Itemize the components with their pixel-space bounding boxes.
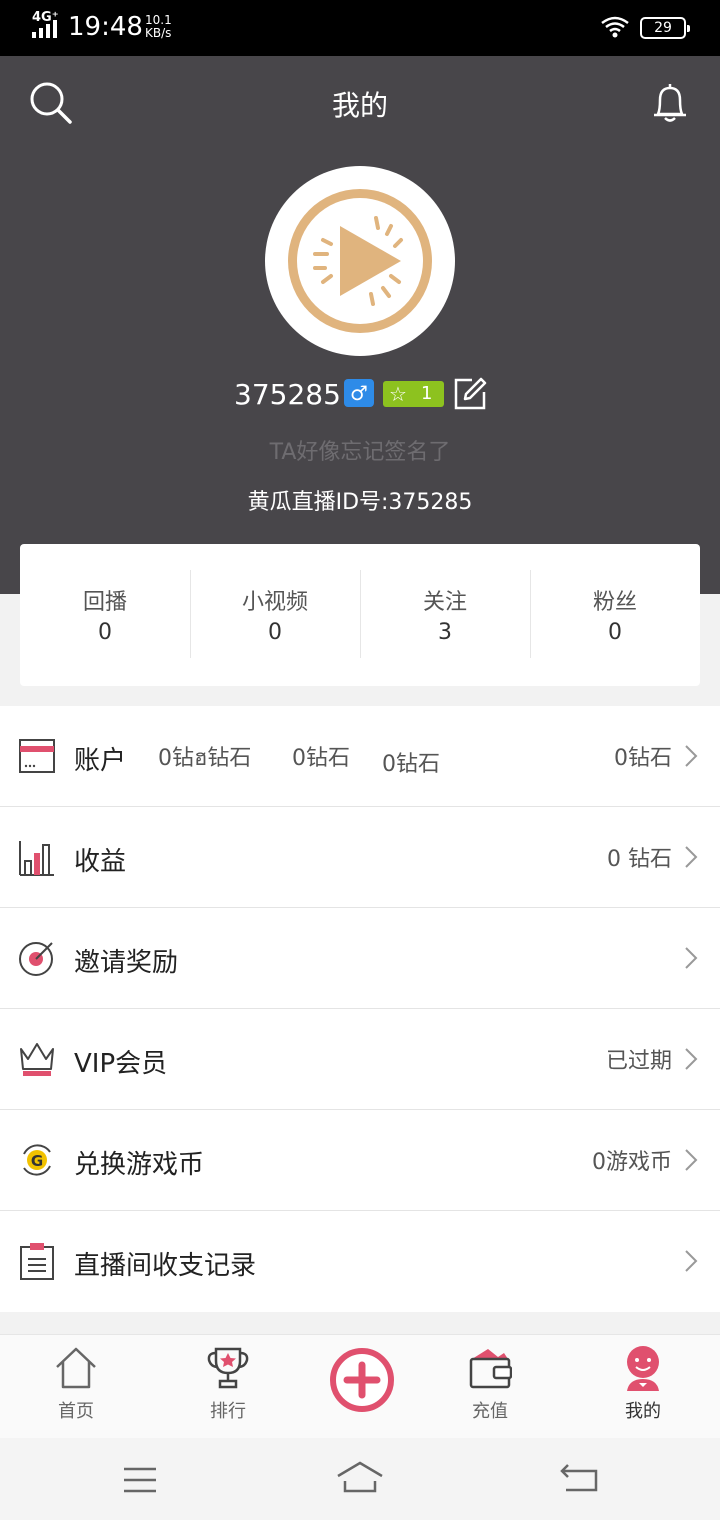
- stats-card: 回播 0 小视频 0 关注 3 粉丝 0: [20, 544, 700, 686]
- menu-item-account[interactable]: 账户 0钻ฮ钻石 0钻石 0钻石 0钻石: [0, 706, 720, 807]
- tab-label: 首页: [58, 1401, 94, 1422]
- star-icon: ☆: [389, 382, 407, 406]
- stat-value: 0: [608, 620, 622, 645]
- stat-fans[interactable]: 粉丝 0: [530, 544, 700, 686]
- stat-value: 3: [438, 620, 452, 645]
- add-live-button[interactable]: [329, 1347, 395, 1413]
- chevron-right-icon: [685, 846, 698, 868]
- stat-following[interactable]: 关注 3: [360, 544, 530, 686]
- back-icon[interactable]: [560, 1462, 600, 1494]
- clock: 19:48: [68, 12, 143, 42]
- tab-label: 排行: [210, 1401, 246, 1422]
- stat-short-video[interactable]: 小视频 0: [190, 544, 360, 686]
- stat-label: 回播: [82, 590, 127, 615]
- menu-label: 直播间收支记录: [74, 1251, 257, 1281]
- menu-item-vip[interactable]: VIP会员 已过期: [0, 1009, 720, 1110]
- tab-label: 充值: [472, 1401, 508, 1422]
- chevron-right-icon: [685, 947, 698, 969]
- chevron-right-icon: [685, 1149, 698, 1171]
- play-logo-icon: [288, 189, 432, 333]
- menu-value: 0游戏币: [592, 1150, 672, 1175]
- page-title: 我的: [331, 89, 388, 122]
- menu-item-exchange[interactable]: G 兑换游戏币 0游戏币: [0, 1110, 720, 1211]
- home-icon: [56, 1347, 96, 1389]
- speed-unit: KB/s: [145, 26, 172, 40]
- stat-label: 粉丝: [592, 590, 637, 615]
- clipboard-icon: [20, 1243, 54, 1280]
- avatar[interactable]: [265, 166, 455, 356]
- menu-label: 账户: [74, 746, 127, 776]
- account-extra-2: 0钻石: [292, 746, 350, 771]
- tab-home[interactable]: 首页: [21, 1335, 131, 1439]
- menu-item-invite[interactable]: 邀请奖励: [0, 908, 720, 1009]
- level-badge: ☆ 1: [383, 381, 444, 407]
- chevron-right-icon: [685, 745, 698, 767]
- signal-icon: [32, 20, 57, 38]
- stat-label: 小视频: [241, 590, 308, 615]
- user-icon: [627, 1346, 659, 1391]
- network-speed: 10.1 KB/s: [145, 14, 172, 40]
- level-value: 1: [421, 383, 433, 404]
- tab-mine[interactable]: 我的: [588, 1335, 698, 1439]
- menu-value: 0 钻石: [607, 847, 672, 872]
- game-coin-icon: G: [23, 1144, 51, 1176]
- bell-icon[interactable]: [648, 80, 692, 124]
- platform-id: 黄瓜直播ID号:375285: [247, 490, 473, 515]
- menu-item-records[interactable]: 直播间收支记录: [0, 1211, 720, 1312]
- gender-badge: ♂: [344, 379, 374, 407]
- menu-label: 邀请奖励: [74, 948, 179, 978]
- chevron-right-icon: [685, 1048, 698, 1070]
- tab-rank[interactable]: 排行: [173, 1335, 283, 1439]
- account-extra-3: 0钻石: [382, 752, 440, 777]
- menu-value: 0钻石: [614, 746, 672, 771]
- bar-chart-icon: [19, 841, 54, 876]
- tab-label: 我的: [625, 1401, 661, 1422]
- menu-label: VIP会员: [74, 1049, 168, 1079]
- user-number: 375285: [234, 378, 341, 411]
- status-bar: 4G⁺ 19:48 10.1 KB/s 29: [0, 0, 720, 56]
- wallet-card-icon: [19, 739, 55, 773]
- stat-value: 0: [268, 620, 282, 645]
- bottom-tab-bar: 首页 排行 充值 我的: [0, 1334, 720, 1438]
- target-icon: [19, 942, 53, 976]
- stat-label: 关注: [422, 590, 467, 615]
- tab-recharge[interactable]: 充值: [435, 1335, 545, 1439]
- signature: TA好像忘记签名了: [269, 440, 451, 465]
- menu-item-earnings[interactable]: 收益 0 钻石: [0, 807, 720, 908]
- system-nav-bar: [0, 1438, 720, 1520]
- menu-label: 收益: [74, 847, 127, 877]
- wifi-icon: [601, 16, 629, 38]
- menu-value: 已过期: [605, 1049, 672, 1074]
- chevron-right-icon: [685, 1250, 698, 1272]
- menu-label: 兑换游戏币: [74, 1150, 205, 1180]
- trophy-icon: [207, 1347, 249, 1389]
- edit-icon[interactable]: [452, 376, 488, 412]
- settings-menu: 账户 0钻ฮ钻石 0钻石 0钻石 0钻石 收益 0 钻石 邀请奖励 VIP会员 …: [0, 706, 720, 1312]
- crown-icon: [20, 1043, 54, 1076]
- account-extra-1: 0钻ฮ钻石: [158, 746, 252, 771]
- home-nav-icon[interactable]: [336, 1460, 384, 1494]
- name-row: 375285 ♂ ☆ 1: [0, 376, 720, 416]
- battery-indicator: 29: [640, 17, 690, 39]
- svg-text:G: G: [31, 1152, 43, 1170]
- wallet-icon: [469, 1349, 512, 1389]
- stat-value: 0: [98, 620, 112, 645]
- menu-icon[interactable]: [122, 1466, 158, 1494]
- stat-replay[interactable]: 回播 0: [20, 544, 190, 686]
